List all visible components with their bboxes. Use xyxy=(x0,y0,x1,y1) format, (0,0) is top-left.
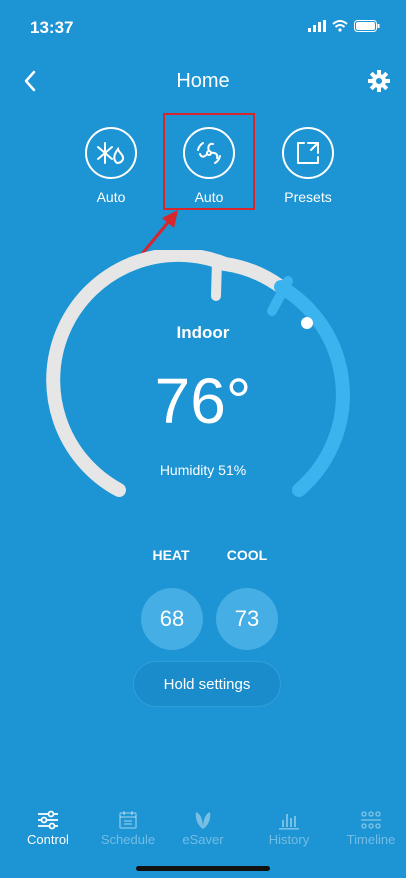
presets-icon xyxy=(297,142,319,164)
indoor-temperature: 76° xyxy=(154,365,252,437)
mode-label: Auto xyxy=(96,189,126,205)
signal-icon xyxy=(308,20,326,32)
snowflake-flame-icon xyxy=(97,142,125,165)
mode-circle xyxy=(282,127,334,179)
gear-icon[interactable] xyxy=(368,70,390,92)
bar-chart-icon xyxy=(279,814,299,830)
tab-history[interactable]: History xyxy=(249,806,329,847)
thermostat-screen: 13:37 Home Auto Auto Presets Indoor 76° … xyxy=(0,0,406,878)
sliders-icon xyxy=(38,810,58,830)
timeline-icon xyxy=(361,811,381,829)
cool-label: COOL xyxy=(226,547,268,563)
tab-bar: Control Schedule eSaver History Timeline xyxy=(0,806,406,856)
cool-setpoint-button[interactable]: 73 xyxy=(216,588,278,650)
home-indicator[interactable] xyxy=(136,866,270,871)
heat-label: HEAT xyxy=(152,547,190,563)
tab-schedule[interactable]: Schedule xyxy=(88,806,168,847)
status-time: 13:37 xyxy=(30,18,74,37)
heat-handle xyxy=(211,255,222,301)
hold-settings-button[interactable]: Hold settings xyxy=(133,661,281,707)
tab-label: eSaver xyxy=(182,832,224,847)
indoor-label: Indoor xyxy=(176,323,230,342)
page-title: Home xyxy=(176,70,230,92)
tab-esaver[interactable]: eSaver xyxy=(163,806,243,847)
battery-icon xyxy=(354,20,380,32)
presets-label: Presets xyxy=(284,189,332,205)
calendar-icon xyxy=(119,811,137,829)
gap-arc xyxy=(218,257,288,294)
heat-setpoint-button[interactable]: 68 xyxy=(141,588,203,650)
tab-label: Control xyxy=(27,832,69,847)
tab-label: History xyxy=(268,832,310,847)
mode-circle xyxy=(85,127,137,179)
status-bar: 13:37 xyxy=(0,0,406,50)
tab-label: Timeline xyxy=(346,832,396,847)
leaf-icon xyxy=(195,812,211,829)
presets-button[interactable]: Presets xyxy=(268,127,348,205)
status-icons xyxy=(308,20,380,32)
wifi-icon xyxy=(332,20,348,32)
tab-control[interactable]: Control xyxy=(8,806,88,847)
humidity-label: Humidity 51% xyxy=(159,462,247,478)
highlight-box xyxy=(163,113,255,210)
tab-timeline[interactable]: Timeline xyxy=(331,806,406,847)
tab-label: Schedule xyxy=(100,832,156,847)
system-mode-button[interactable]: Auto xyxy=(71,127,151,205)
